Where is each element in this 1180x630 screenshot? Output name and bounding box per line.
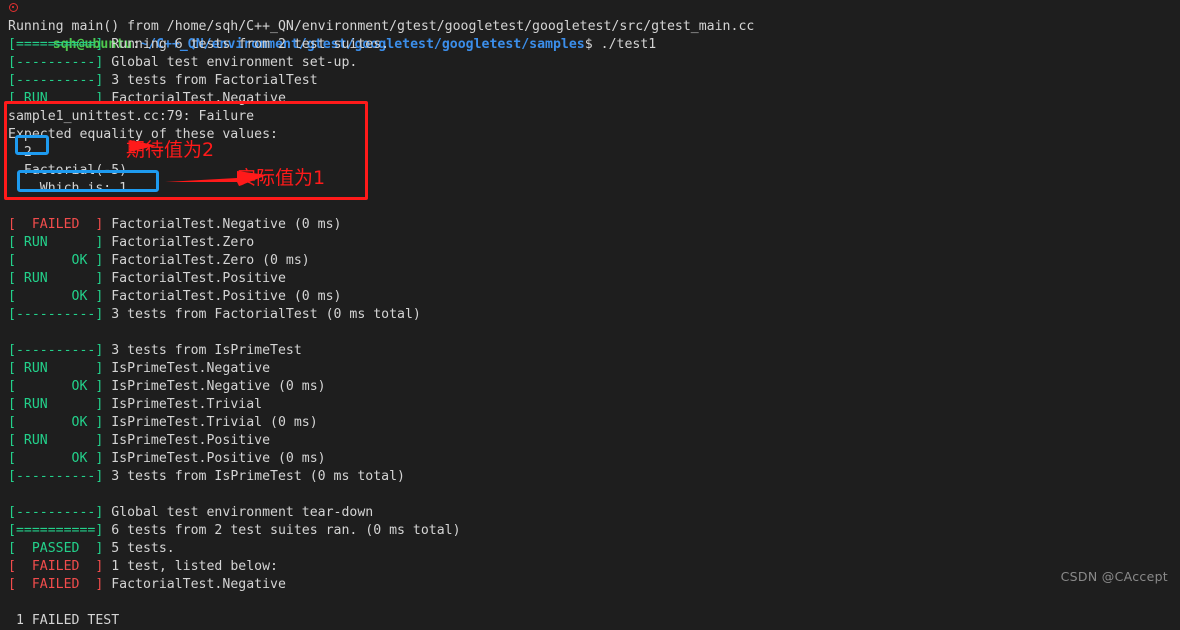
test-status-tag: [ FAILED ]	[8, 217, 104, 232]
terminal-line: 2	[8, 144, 32, 162]
terminal-line: [ FAILED ] 1 test, listed below:	[8, 558, 278, 576]
terminal-line-text: FactorialTest.Zero	[103, 235, 255, 250]
annotation-actual-label: 实际值为1	[237, 167, 326, 189]
terminal-line-text: Which is: 1	[8, 181, 128, 196]
terminal-line-text: FactorialTest.Negative	[103, 577, 286, 592]
terminal-line-text: FactorialTest.Negative (0 ms)	[103, 217, 342, 232]
terminal-line: [ OK ] FactorialTest.Positive (0 ms)	[8, 288, 341, 306]
test-status-tag: [----------]	[8, 55, 104, 70]
terminal-line: [ RUN ] FactorialTest.Positive	[8, 270, 286, 288]
terminal-line: [ OK ] FactorialTest.Zero (0 ms)	[8, 252, 310, 270]
terminal-line: [ FAILED ] FactorialTest.Negative (0 ms)	[8, 216, 341, 234]
test-status-tag: [==========]	[8, 523, 104, 538]
terminal-line: [----------] 3 tests from FactorialTest …	[8, 306, 421, 324]
terminal-line: 1 FAILED TEST	[8, 612, 119, 630]
terminal-line: Factorial(-5)	[8, 162, 127, 180]
test-status-tag: [ FAILED ]	[8, 559, 104, 574]
terminal-line: [ OK ] IsPrimeTest.Trivial (0 ms)	[8, 414, 318, 432]
terminal-line-text: 1 FAILED TEST	[8, 613, 120, 628]
terminal-line-text: FactorialTest.Negative	[103, 91, 286, 106]
prompt-dollar: $	[584, 37, 593, 52]
terminal-line: [ PASSED ] 5 tests.	[8, 540, 175, 558]
terminal-line-text: IsPrimeTest.Positive (0 ms)	[103, 451, 326, 466]
terminal-line: Running main() from /home/sqh/C++_QN/env…	[8, 18, 754, 36]
test-status-tag: [ RUN ]	[8, 235, 104, 250]
terminal-line: [----------] Global test environment tea…	[8, 504, 373, 522]
terminal-line-text: IsPrimeTest.Trivial (0 ms)	[103, 415, 318, 430]
terminal-line: [ RUN ] IsPrimeTest.Negative	[8, 360, 270, 378]
terminal-line: [----------] 3 tests from IsPrimeTest (0…	[8, 468, 405, 486]
terminal-line-text: Global test environment tear-down	[103, 505, 374, 520]
terminal-line: sample1_unittest.cc:79: Failure	[8, 108, 254, 126]
terminal-line: [ OK ] IsPrimeTest.Positive (0 ms)	[8, 450, 326, 468]
terminal-line: [==========] 6 tests from 2 test suites …	[8, 522, 461, 540]
terminal-line-text: IsPrimeTest.Trivial	[103, 397, 263, 412]
terminal-line: [----------] 3 tests from FactorialTest	[8, 72, 318, 90]
test-status-tag: [ OK ]	[8, 253, 104, 268]
terminal-line-text: 3 tests from IsPrimeTest	[103, 343, 302, 358]
test-status-tag: [ RUN ]	[8, 361, 104, 376]
terminal-line-text: 2	[8, 145, 32, 160]
terminal-line: [ FAILED ] FactorialTest.Negative	[8, 576, 286, 594]
test-status-tag: [----------]	[8, 73, 104, 88]
test-status-tag: [ OK ]	[8, 289, 104, 304]
terminal-line-text: FactorialTest.Zero (0 ms)	[103, 253, 310, 268]
terminal-line-text: FactorialTest.Positive (0 ms)	[103, 289, 342, 304]
terminal-line-text: 5 tests.	[103, 541, 175, 556]
test-status-tag: [----------]	[8, 469, 104, 484]
test-status-tag: [ OK ]	[8, 451, 104, 466]
terminal-line: [ OK ] IsPrimeTest.Negative (0 ms)	[8, 378, 326, 396]
annotation-expected-label: 期待值为2	[126, 139, 215, 161]
terminal-line-text: sample1_unittest.cc:79: Failure	[8, 109, 255, 124]
test-status-tag: [ RUN ]	[8, 271, 104, 286]
terminal-line: Which is: 1	[8, 180, 127, 198]
test-status-tag: [ OK ]	[8, 415, 104, 430]
terminal-line-text: IsPrimeTest.Negative (0 ms)	[103, 379, 326, 394]
terminal-line: [----------] Global test environment set…	[8, 54, 357, 72]
terminal-line: [ RUN ] IsPrimeTest.Positive	[8, 432, 270, 450]
test-status-tag: [ RUN ]	[8, 433, 104, 448]
terminal-line-text: 3 tests from IsPrimeTest (0 ms total)	[103, 469, 405, 484]
test-status-tag: [ FAILED ]	[8, 577, 104, 592]
test-status-tag: [ OK ]	[8, 379, 104, 394]
terminal-line-text: Running main() from /home/sqh/C++_QN/env…	[8, 19, 755, 34]
test-status-tag: [----------]	[8, 343, 104, 358]
terminal-line-text: Factorial(-5)	[8, 163, 128, 178]
test-status-tag: [ PASSED ]	[8, 541, 104, 556]
terminal-line-text: IsPrimeTest.Negative	[103, 361, 271, 376]
terminal-line-text: 6 tests from 2 test suites ran. (0 ms to…	[103, 523, 461, 538]
test-status-tag: [----------]	[8, 307, 104, 322]
watermark: CSDN @CAccept	[1060, 569, 1168, 584]
terminal-line-text: Global test environment set-up.	[103, 55, 358, 70]
terminal-line: [ RUN ] FactorialTest.Negative	[8, 90, 286, 108]
test-status-tag: [ RUN ]	[8, 91, 104, 106]
test-status-tag: [ RUN ]	[8, 397, 104, 412]
terminal-line-text: Running 6 tests from 2 test suites.	[103, 37, 390, 52]
prompt-command: ./test1	[600, 37, 657, 52]
prompt-line: sqh@ubuntu:~/C++_QN/environment/gtest/go…	[8, 0, 656, 52]
terminal-line: [ RUN ] FactorialTest.Zero	[8, 234, 254, 252]
terminal-line: [ RUN ] IsPrimeTest.Trivial	[8, 396, 262, 414]
terminal-line: [----------] 3 tests from IsPrimeTest	[8, 342, 302, 360]
terminal-line-text: IsPrimeTest.Positive	[103, 433, 271, 448]
test-status-tag: [==========]	[8, 37, 104, 52]
terminal-line-text: 3 tests from FactorialTest	[103, 73, 318, 88]
terminal-line: [==========] Running 6 tests from 2 test…	[8, 36, 389, 54]
terminal-line-text: 1 test, listed below:	[103, 559, 278, 574]
terminal-line-text: FactorialTest.Positive	[103, 271, 286, 286]
terminal-line-text: 3 tests from FactorialTest (0 ms total)	[103, 307, 421, 322]
test-status-tag: [----------]	[8, 505, 104, 520]
error-circle-icon	[9, 3, 18, 12]
terminal-window[interactable]: sqh@ubuntu:~/C++_QN/environment/gtest/go…	[0, 0, 1180, 628]
